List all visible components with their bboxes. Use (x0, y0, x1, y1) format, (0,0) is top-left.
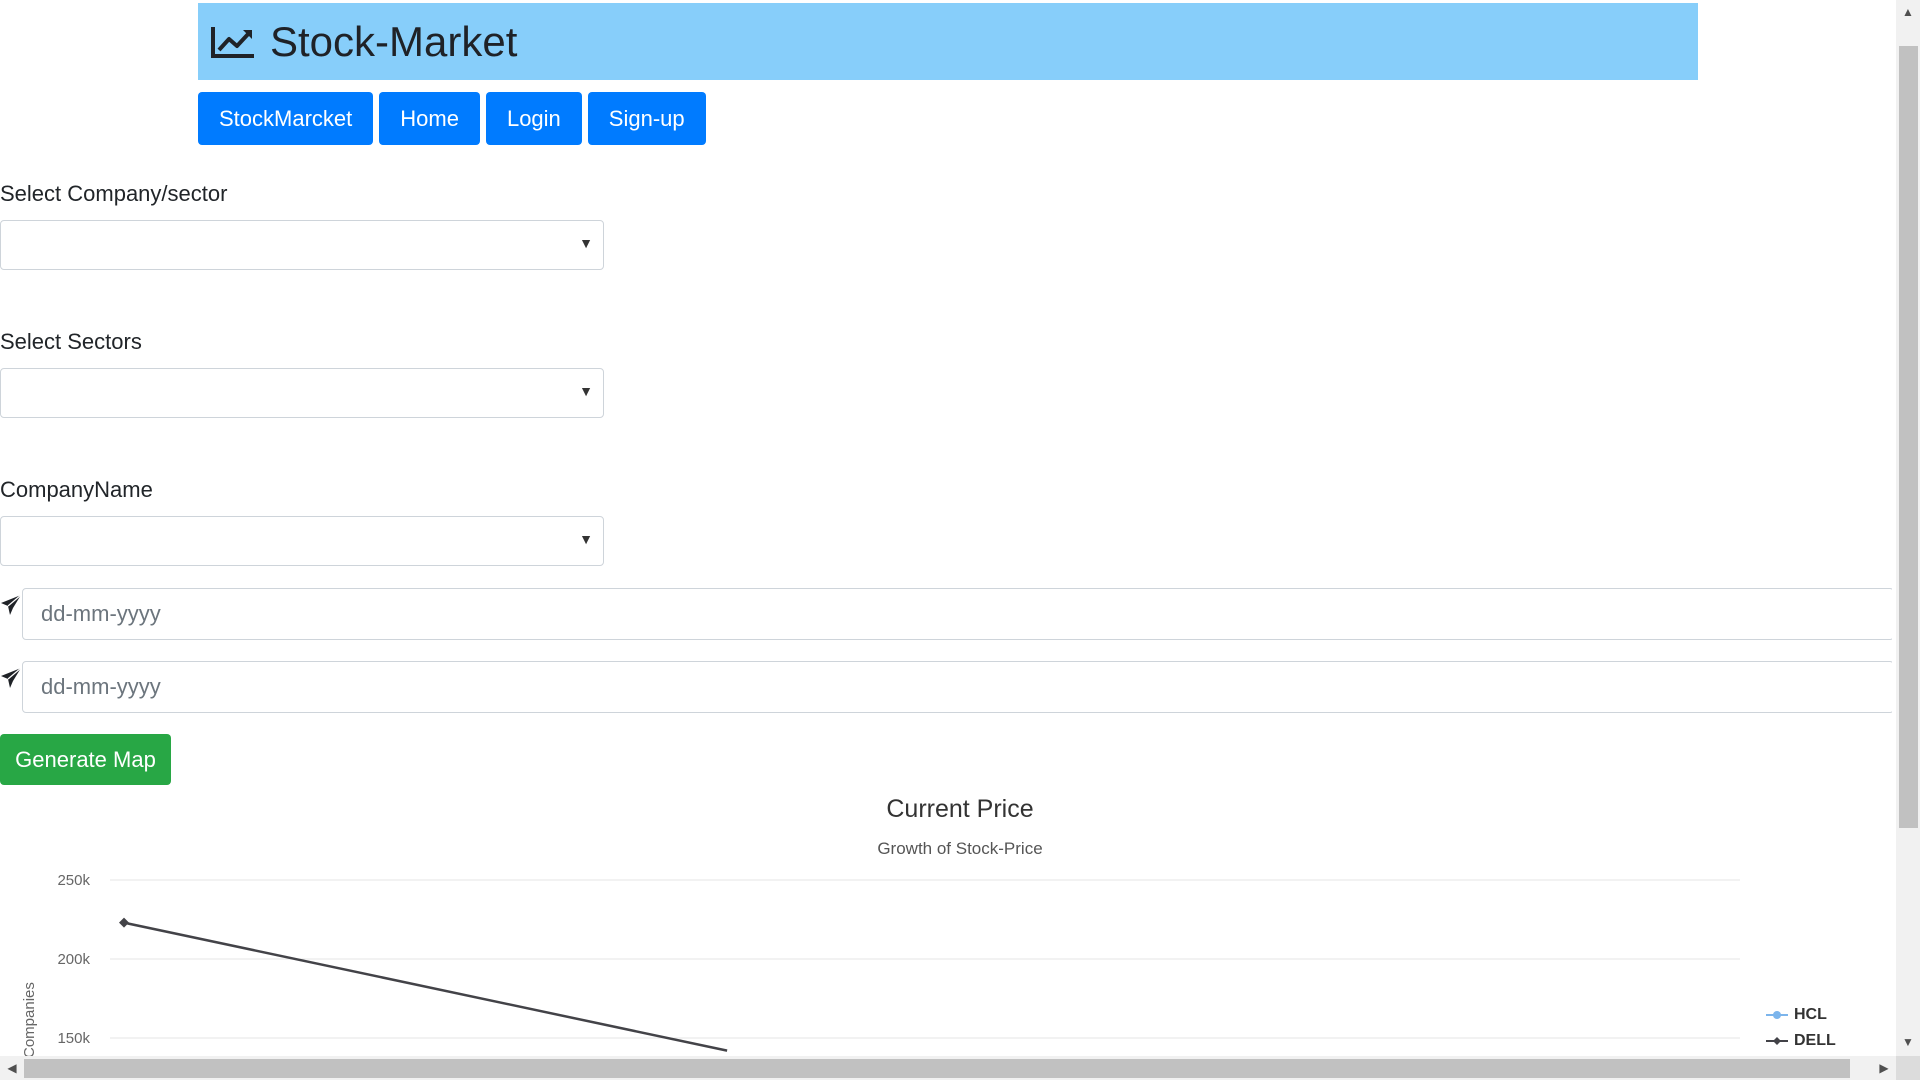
price-chart: Current Price Growth of Stock-Price 250k… (0, 790, 1892, 1056)
scroll-right-icon[interactable]: ▶ (1872, 1056, 1896, 1080)
company-sector-select[interactable]: ▼ (0, 220, 604, 270)
nav-stockmarket-button[interactable]: StockMarcket (198, 92, 374, 145)
scroll-down-icon[interactable]: ▼ (1896, 1030, 1920, 1054)
nav-home-button[interactable]: Home (379, 92, 480, 145)
scroll-left-icon[interactable]: ◀ (0, 1056, 24, 1080)
legend-label: DELL (1794, 1032, 1836, 1049)
site-header: Stock-Market (198, 3, 1698, 80)
y-tick-label: 150k (57, 1030, 90, 1047)
to-date-input[interactable] (22, 661, 1892, 713)
paper-plane-icon (1, 667, 22, 688)
nav-bar: StockMarcket Home Login Sign-up (198, 92, 706, 145)
sectors-select[interactable]: ▼ (0, 368, 604, 418)
page-title: Stock-Market (270, 17, 518, 65)
legend-marker-icon (1766, 1011, 1788, 1019)
scrollbar-corner (1896, 1056, 1920, 1080)
from-date-input[interactable] (22, 588, 1892, 640)
horizontal-scrollbar[interactable]: ◀ ▶ (0, 1056, 1896, 1080)
y-tick-label: 250k (57, 872, 90, 889)
to-date-row (0, 661, 1892, 713)
legend-marker-icon (1766, 1037, 1788, 1045)
company-name-select[interactable]: ▼ (0, 516, 604, 566)
nav-signup-button[interactable]: Sign-up (587, 92, 706, 145)
chart-line-icon (211, 26, 254, 58)
vertical-scrollbar[interactable]: ▲ ▼ (1896, 0, 1920, 1056)
scroll-up-icon[interactable]: ▲ (1896, 0, 1920, 24)
page: Stock-Market StockMarcket Home Login Sig… (0, 0, 1892, 1056)
sectors-label: Select Sectors (0, 329, 142, 354)
legend-label: HCL (1794, 1006, 1827, 1023)
series-line-dell (123, 921, 728, 1052)
y-tick-label: 200k (57, 951, 90, 968)
generate-map-button[interactable]: Generate Map (0, 734, 171, 785)
caret-down-icon: ▼ (579, 531, 593, 547)
company-name-label: CompanyName (0, 477, 153, 502)
horizontal-scroll-thumb[interactable] (24, 1059, 1850, 1078)
nav-login-button[interactable]: Login (485, 92, 582, 145)
legend-item-hcl[interactable]: HCL (1766, 1002, 1836, 1028)
chart-plot: 250k 200k 150k Companies (21, 872, 1740, 1056)
caret-down-icon: ▼ (579, 235, 593, 251)
chart-legend: HCL DELL (1766, 1002, 1836, 1054)
legend-item-dell[interactable]: DELL (1766, 1028, 1836, 1054)
caret-down-icon: ▼ (579, 383, 593, 399)
from-date-row (0, 588, 1892, 640)
paper-plane-icon (1, 594, 22, 615)
vertical-scroll-thumb[interactable] (1899, 46, 1918, 828)
y-axis-title: Companies (21, 982, 38, 1056)
data-point-dell[interactable] (119, 917, 129, 928)
company-sector-label: Select Company/sector (0, 181, 228, 206)
